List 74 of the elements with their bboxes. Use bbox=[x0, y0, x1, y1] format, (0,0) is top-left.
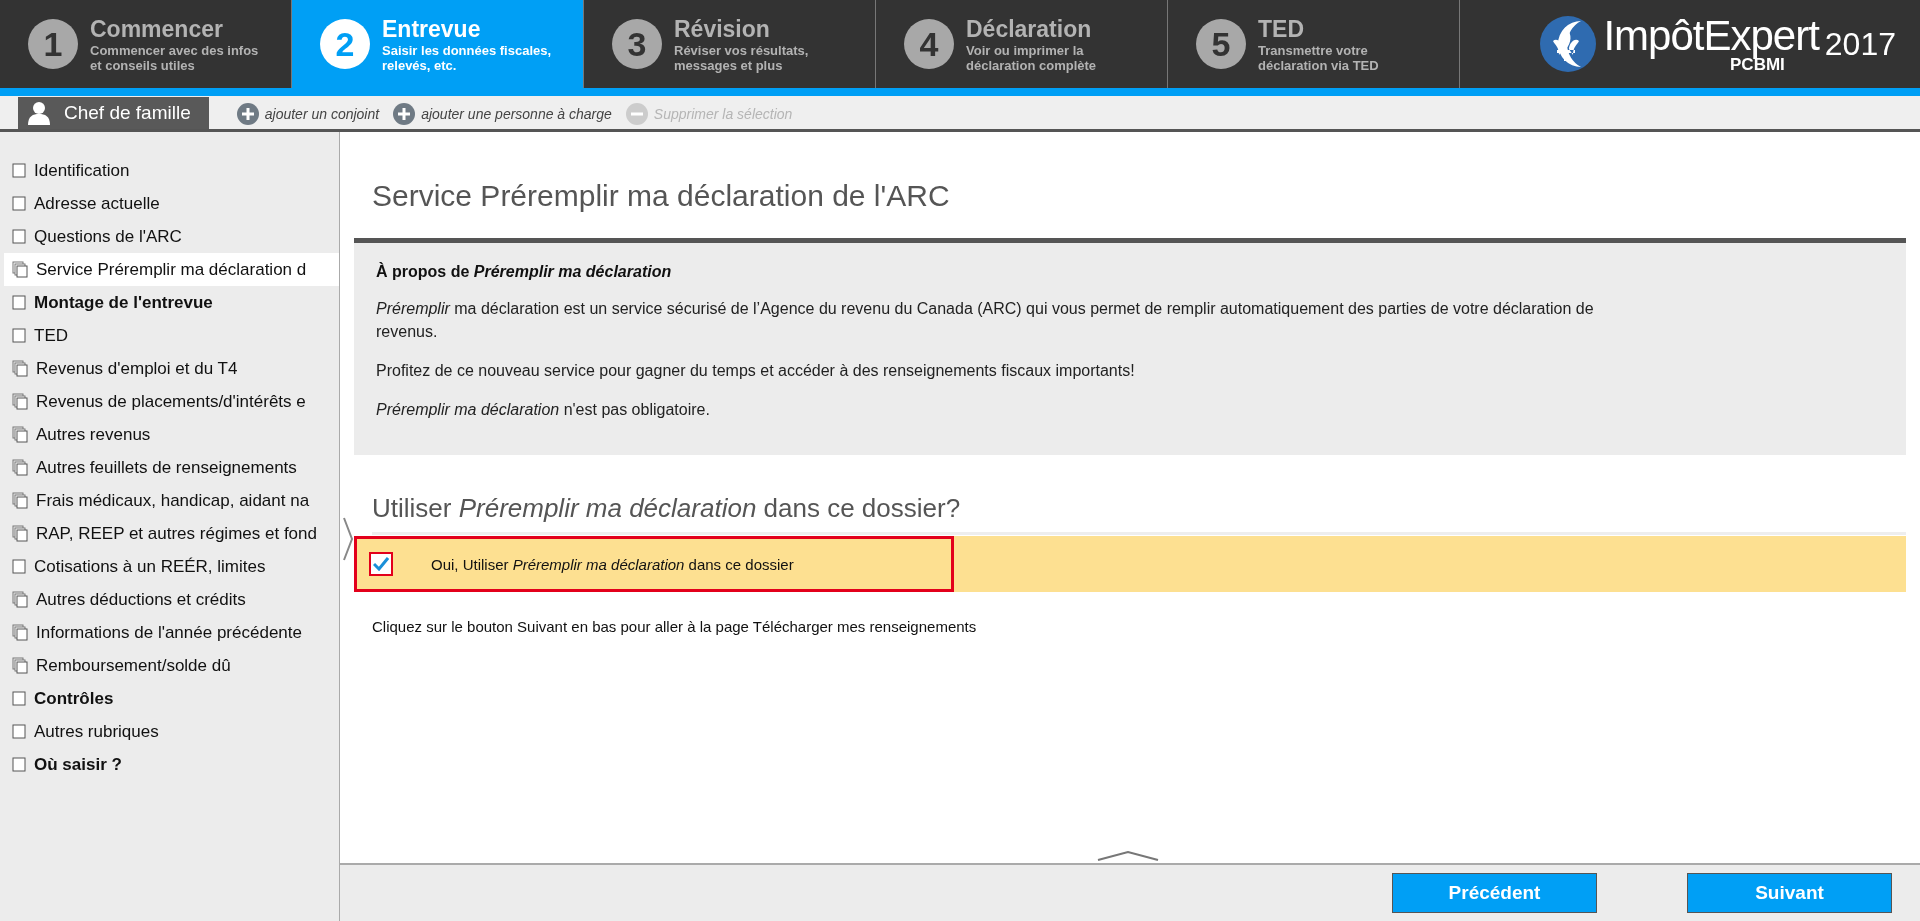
person-icon bbox=[28, 101, 50, 125]
step-title: Déclaration bbox=[966, 15, 1093, 43]
sidebar-item[interactable]: Où saisir ? bbox=[0, 748, 339, 781]
step-number: 5 bbox=[1196, 19, 1246, 69]
sidebar-item[interactable]: Contrôles bbox=[0, 682, 339, 715]
step-title: Commencer bbox=[90, 15, 224, 43]
pages-icon bbox=[12, 624, 28, 641]
step-title: Entrevue bbox=[382, 15, 482, 43]
person-tab[interactable]: Chef de famille bbox=[18, 97, 209, 129]
sidebar-item[interactable]: Questions de l'ARC bbox=[0, 220, 339, 253]
minus-icon bbox=[625, 103, 648, 125]
pages-icon bbox=[12, 261, 28, 278]
sidebar-item[interactable]: Service Préremplir ma déclaration d bbox=[4, 253, 339, 286]
page-icon bbox=[12, 196, 26, 211]
step-title: TED bbox=[1258, 15, 1305, 43]
sidebar-item[interactable]: Revenus d'emploi et du T4 bbox=[0, 352, 339, 385]
step-subtitle: Voir ou imprimer la déclaration complète bbox=[966, 42, 1097, 73]
sidebar-item[interactable]: Autres rubriques bbox=[0, 715, 339, 748]
expand-chevron-icon[interactable] bbox=[342, 517, 354, 561]
sidebar-item[interactable]: Autres revenus bbox=[0, 418, 339, 451]
page-icon bbox=[12, 229, 26, 244]
logo-subtitle: PCBMI bbox=[1730, 57, 1785, 73]
page-icon bbox=[12, 559, 26, 574]
action-link[interactable]: ajouter une personne à charge bbox=[393, 99, 612, 129]
plus-icon bbox=[236, 103, 259, 125]
step-subtitle: Saisir les données fiscales, relevés, etc. bbox=[382, 42, 552, 73]
page-title: Service Préremplir ma déclaration de l'ARC bbox=[372, 178, 951, 214]
step-number: 4 bbox=[904, 19, 954, 69]
sidebar-item[interactable]: Informations de l'année précédente bbox=[0, 616, 339, 649]
step-number: 1 bbox=[28, 19, 78, 69]
pages-icon bbox=[12, 459, 28, 476]
collapse-caret-icon[interactable] bbox=[1097, 851, 1159, 861]
page-icon bbox=[12, 757, 26, 772]
sidebar-item[interactable]: TED bbox=[0, 319, 339, 352]
page-icon bbox=[12, 724, 26, 739]
pages-icon bbox=[12, 591, 28, 608]
pages-icon bbox=[12, 525, 28, 542]
checkmark-icon bbox=[373, 557, 389, 571]
info-paragraph: Profitez de ce nouveau service pour gagner du temps et accéder à des renseignements fiscaux importants! bbox=[376, 361, 1136, 381]
step-subtitle: Réviser vos résultats, messages et plus bbox=[674, 42, 809, 73]
option-label: Oui, Utiliser Préremplir ma déclaration dans ce dossier bbox=[431, 555, 794, 573]
page-icon bbox=[12, 691, 26, 706]
sidebar-item[interactable]: Autres déductions et crédits bbox=[0, 583, 339, 616]
pages-icon bbox=[12, 657, 28, 674]
sidebar-item[interactable]: RAP, REEP et autres régimes et fond bbox=[0, 517, 339, 550]
sidebar-item[interactable]: Montage de l'entrevue bbox=[0, 286, 339, 319]
sidebar-item[interactable]: Frais médicaux, handicap, aidant na bbox=[0, 484, 339, 517]
logo-name: ImpôtExpert bbox=[1603, 15, 1819, 57]
hint-text: Cliquez sur le bouton Suivant en bas pour aller à la page Télécharger mes renseignements bbox=[372, 618, 978, 635]
page-icon bbox=[12, 295, 26, 310]
action-link[interactable]: ajouter un conjoint bbox=[236, 99, 380, 129]
info-paragraph: Préremplir ma déclaration est un service sécurisé de l’Agence du revenu du Canada (ARC) qui vous permet de remplir automatiquement des parties de votre déclaration de revenus. bbox=[376, 299, 1595, 342]
pages-icon bbox=[12, 492, 28, 509]
info-paragraph: Préremplir ma déclaration n'est pas obligatoire. bbox=[376, 400, 711, 420]
page-icon bbox=[12, 328, 26, 343]
sidebar-item[interactable]: Autres feuillets de renseignements bbox=[0, 451, 339, 484]
checkbox[interactable] bbox=[369, 552, 393, 576]
sidebar-item[interactable]: Cotisations à un REÉR, limites bbox=[0, 550, 339, 583]
plus-icon bbox=[393, 103, 416, 125]
step-number: 3 bbox=[612, 19, 662, 69]
pages-icon bbox=[12, 360, 28, 377]
pages-icon bbox=[12, 393, 28, 410]
logo-year: 2017 bbox=[1824, 25, 1896, 63]
sidebar-item[interactable]: Revenus de placements/d'intérêts e bbox=[0, 385, 339, 418]
sidebar-item[interactable]: Identification bbox=[0, 154, 339, 187]
pages-icon bbox=[12, 426, 28, 443]
step-subtitle: Commencer avec des infos et conseils utiles bbox=[90, 42, 259, 73]
step-number: 2 bbox=[320, 19, 370, 69]
step-subtitle: Transmettre votre déclaration via TED bbox=[1258, 42, 1379, 73]
step-title: Révision bbox=[674, 15, 771, 43]
sidebar-item[interactable]: Adresse actuelle bbox=[0, 187, 339, 220]
sidebar-item[interactable]: Remboursement/solde dû bbox=[0, 649, 339, 682]
info-heading: À propos de Préremplir ma déclaration bbox=[376, 263, 673, 281]
page-icon bbox=[12, 163, 26, 178]
